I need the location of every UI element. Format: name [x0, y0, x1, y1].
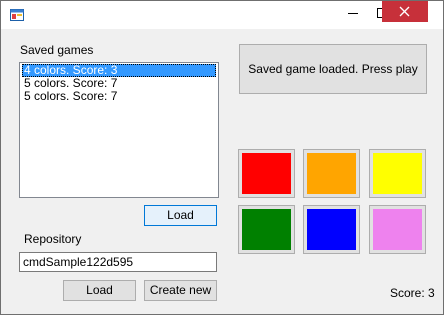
color-blue-button[interactable]	[303, 205, 360, 254]
list-item[interactable]: 5 colors. Score: 7	[22, 90, 216, 103]
main-window: Saved games 4 colors. Score: 3 5 colors.…	[0, 0, 444, 315]
repository-label: Repository	[24, 232, 82, 246]
color-fill	[307, 209, 356, 250]
color-fill	[373, 209, 422, 250]
color-red-button[interactable]	[238, 149, 295, 198]
color-yellow-button[interactable]	[369, 149, 426, 198]
color-fill	[242, 209, 291, 250]
saved-games-label: Saved games	[20, 43, 94, 57]
close-icon[interactable]	[382, 1, 428, 22]
color-violet-button[interactable]	[369, 205, 426, 254]
minimize-icon[interactable]	[335, 1, 369, 27]
saved-games-list[interactable]: 4 colors. Score: 3 5 colors. Score: 7 5 …	[19, 62, 219, 198]
repository-input[interactable]: cmdSample122d595	[19, 252, 217, 272]
color-green-button[interactable]	[238, 205, 295, 254]
score-label: Score: 3	[390, 286, 435, 300]
color-fill	[307, 153, 356, 194]
app-window-icon	[10, 8, 24, 22]
status-message: Saved game loaded. Press play	[239, 44, 427, 94]
load-repository-button[interactable]: Load	[63, 280, 136, 301]
title-bar[interactable]	[1, 1, 443, 29]
color-fill	[373, 153, 422, 194]
color-fill	[242, 153, 291, 194]
load-saved-game-button[interactable]: Load	[144, 205, 217, 226]
create-new-button[interactable]: Create new	[144, 280, 217, 301]
color-orange-button[interactable]	[303, 149, 360, 198]
